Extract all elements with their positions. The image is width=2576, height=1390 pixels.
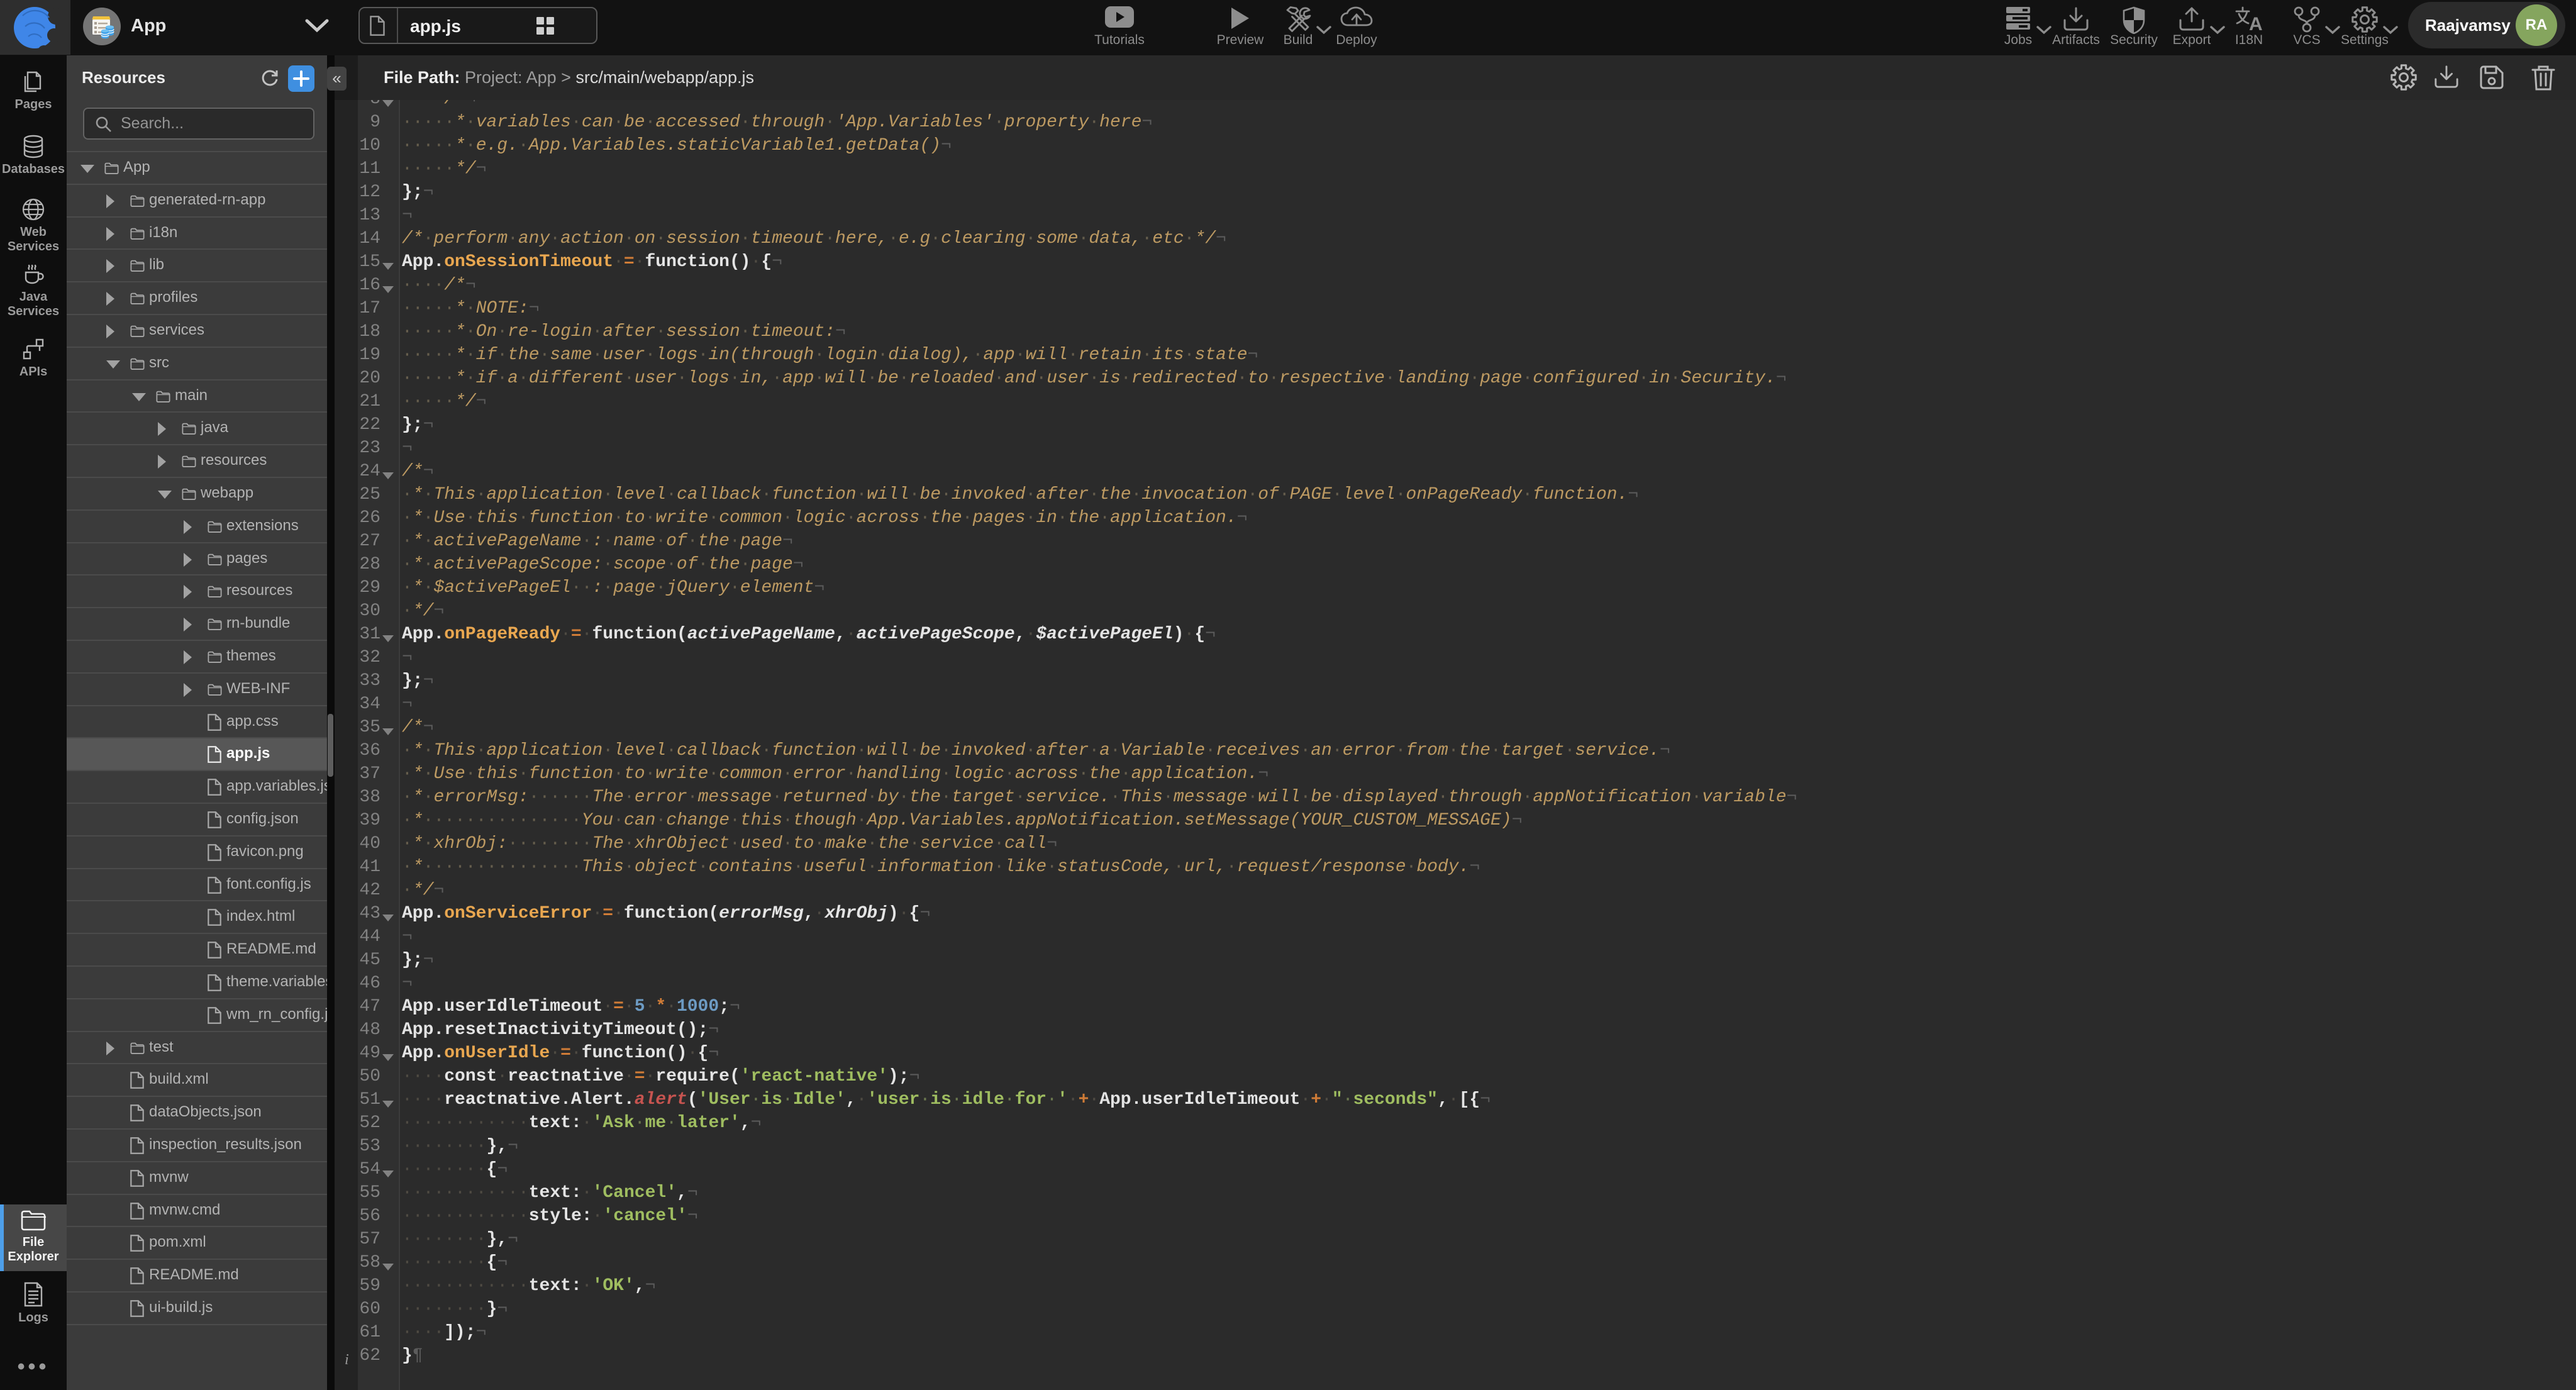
- svg-text:A: A: [2249, 14, 2263, 31]
